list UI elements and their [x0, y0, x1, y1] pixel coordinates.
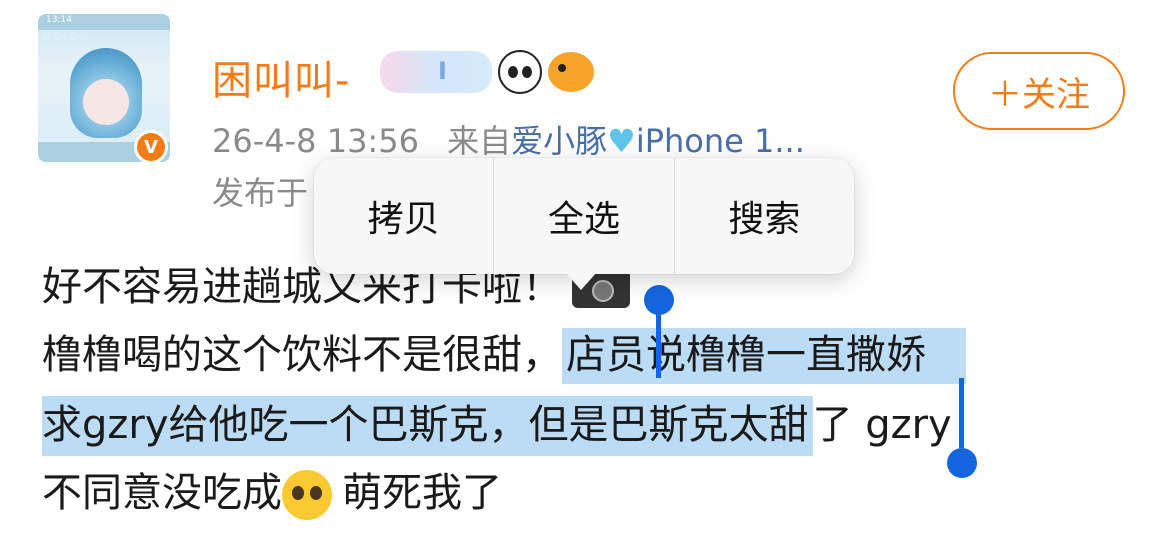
post-meta: 26-4-8 13:56 来自爱小豚♥iPhone 1...: [212, 116, 805, 162]
text-selection-menu: 拷贝 全选 搜索: [314, 158, 854, 274]
pleading-face-icon: [282, 470, 332, 520]
selected-text-line3[interactable]: 求gzry给他吃一个巴斯克，但是巴斯克太甜: [42, 396, 813, 456]
avatar-hearts: ♡♡ ♡♡: [42, 32, 92, 43]
selection-end-caret[interactable]: [959, 378, 964, 448]
source-name[interactable]: 爱小豚: [511, 122, 607, 160]
post-text-line4-before: 不同意没吃成: [42, 470, 282, 516]
avatar-status-bar: 13:14: [38, 14, 170, 30]
menu-select-all[interactable]: 全选: [493, 158, 673, 274]
post-line-4: 不同意没吃成 萌死我了: [42, 460, 502, 520]
source-device[interactable]: iPhone 1...: [636, 122, 805, 160]
publish-location: 发布于: [212, 174, 309, 212]
source-prefix: 来自: [447, 122, 512, 160]
selection-start-caret[interactable]: [656, 300, 661, 378]
follow-button[interactable]: ＋关注: [953, 52, 1125, 130]
goldfish-medal-icon[interactable]: [548, 52, 594, 92]
user-medals[interactable]: [380, 50, 594, 94]
menu-pointer: [565, 272, 597, 290]
post-line-3: 求gzry给他吃一个巴斯克，但是巴斯克太甜了 gzry: [42, 392, 952, 456]
light-blue-heart-icon: ♥: [607, 122, 636, 160]
menu-copy[interactable]: 拷贝: [314, 158, 493, 274]
verified-badge-icon: V: [134, 130, 168, 164]
post-text-line2-plain: 橹橹喝的这个饮料不是很甜，: [42, 332, 562, 378]
menu-search[interactable]: 搜索: [673, 158, 854, 274]
post-line-2: 橹橹喝的这个饮料不是很甜， 店员说橹橹一直撒娇: [42, 322, 966, 384]
post-text-line3-plain: 了 gzry: [812, 402, 952, 448]
avatar-clock: 13:14: [46, 15, 72, 25]
bear-medal-icon[interactable]: [380, 51, 492, 93]
username[interactable]: 困叫叫-: [212, 48, 350, 106]
post-timestamp: 26-4-8 13:56: [212, 122, 419, 160]
panda-medal-icon[interactable]: [498, 50, 542, 94]
selected-text-line2[interactable]: 店员说橹橹一直撒娇: [562, 328, 966, 384]
post-text-line4-after: 萌死我了: [342, 470, 502, 516]
selection-end-handle[interactable]: [947, 448, 977, 478]
avatar-character-illustration: [70, 48, 142, 138]
